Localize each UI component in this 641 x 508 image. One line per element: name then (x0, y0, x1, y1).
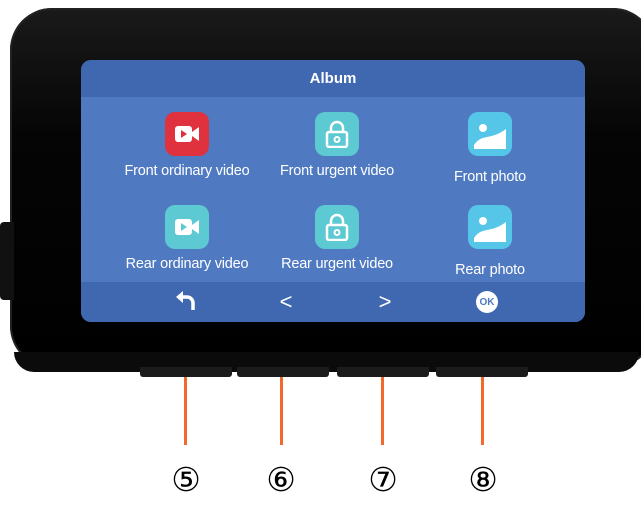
hw-button-next[interactable] (337, 367, 429, 377)
back-arrow-icon (174, 288, 198, 317)
next-label: > (378, 289, 392, 314)
leader-line-8 (481, 377, 484, 445)
tile-label: Rear ordinary video (125, 256, 249, 272)
bottom-nav-bar: < > OK (81, 282, 585, 322)
callout-7: ⑦ (368, 460, 398, 498)
leader-line-7 (381, 377, 384, 445)
leader-line-6 (280, 377, 283, 445)
title-bar: Album (81, 60, 585, 97)
side-port (0, 222, 14, 300)
ok-button[interactable]: OK (467, 282, 507, 322)
hw-button-ok[interactable] (436, 367, 528, 377)
next-button[interactable]: > (365, 282, 405, 322)
tile-front-urgent-video[interactable]: Front urgent video (253, 112, 421, 179)
tile-rear-photo[interactable]: Rear photo (406, 205, 574, 278)
page-title: Album (309, 70, 357, 87)
video-camera-icon (165, 112, 209, 156)
tile-rear-ordinary-video[interactable]: Rear ordinary video (103, 205, 271, 272)
photo-icon (468, 112, 512, 156)
prev-label: < (279, 289, 293, 314)
tile-rear-urgent-video[interactable]: Rear urgent video (253, 205, 421, 272)
callout-5: ⑤ (171, 460, 201, 498)
tile-label: Front urgent video (279, 163, 395, 179)
tile-label: Rear photo (455, 262, 525, 278)
hw-button-back[interactable] (140, 367, 232, 377)
lock-icon (315, 112, 359, 156)
lock-icon (315, 205, 359, 249)
tile-label: Front photo (454, 169, 526, 185)
album-screen: Album Front ordinary video Front urgent … (81, 60, 585, 322)
photo-icon (468, 205, 512, 249)
callout-6: ⑥ (266, 460, 296, 498)
video-camera-icon (165, 205, 209, 249)
tile-label: Front ordinary video (124, 163, 250, 179)
leader-line-5 (184, 377, 187, 445)
tile-label: Rear urgent video (281, 256, 393, 272)
tile-front-ordinary-video[interactable]: Front ordinary video (103, 112, 271, 179)
ok-icon: OK (476, 291, 498, 313)
hw-button-prev[interactable] (237, 367, 329, 377)
tile-front-photo[interactable]: Front photo (406, 112, 574, 185)
back-button[interactable] (166, 282, 206, 322)
prev-button[interactable]: < (266, 282, 306, 322)
callout-8: ⑧ (468, 460, 498, 498)
